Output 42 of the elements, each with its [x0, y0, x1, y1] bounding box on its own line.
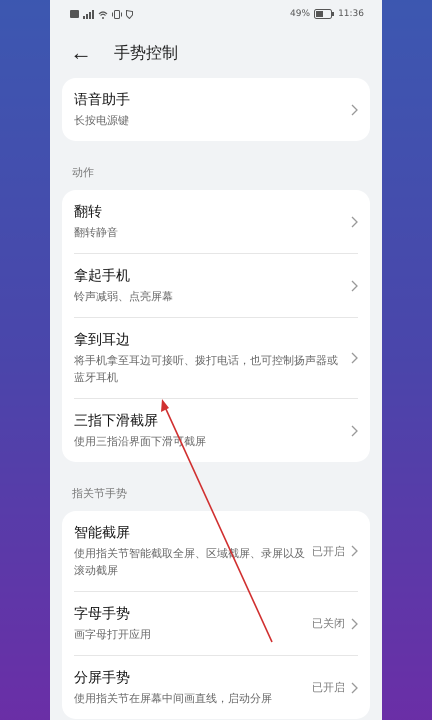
- chevron-icon: [351, 424, 358, 436]
- item-status: 已关闭: [312, 616, 345, 631]
- item-subtitle: 铃声减弱、点亮屏幕: [74, 289, 174, 305]
- item-title: 拿起手机: [74, 267, 131, 286]
- back-button[interactable]: ←: [70, 42, 92, 64]
- settings-row[interactable]: 拿到耳边 将手机拿至耳边可接听、拨打电话，也可控制扬声器或蓝牙耳机: [74, 317, 358, 398]
- item-status: 已开启: [312, 544, 345, 558]
- battery-icon: [314, 9, 334, 19]
- section-label: 指关节手势: [71, 486, 128, 502]
- settings-row[interactable]: 翻转 翻转静音: [74, 190, 358, 253]
- item-subtitle: 画字母打开应用: [74, 627, 152, 643]
- settings-row[interactable]: 拿起手机 铃声减弱、点亮屏幕: [74, 253, 358, 317]
- item-subtitle: 使用指关节在屏幕中间画直线，启动分屏: [74, 691, 273, 707]
- page-title: 手势控制: [114, 42, 178, 64]
- item-title: 字母手势: [74, 605, 131, 624]
- item-status: 已开启: [312, 680, 345, 695]
- shield-icon: [126, 10, 133, 18]
- section-label: 动作: [71, 165, 95, 181]
- chevron-icon: [351, 216, 358, 228]
- settings-row[interactable]: 分屏手势 使用指关节在屏幕中间画直线，启动分屏 已开启: [74, 655, 358, 719]
- item-subtitle: 翻转静音: [74, 225, 119, 241]
- item-title: 语音助手: [74, 91, 131, 110]
- vibrate-icon: [112, 10, 122, 18]
- chevron-icon: [351, 545, 358, 557]
- settings-row[interactable]: 语音助手 长按电源键: [74, 78, 358, 141]
- battery-percent: 49%: [290, 9, 310, 19]
- item-subtitle: 长按电源键: [74, 113, 130, 129]
- chevron-icon: [351, 352, 358, 364]
- settings-row[interactable]: 字母手势 画字母打开应用 已关闭: [74, 591, 358, 655]
- item-title: 三指下滑截屏: [74, 412, 159, 431]
- item-title: 分屏手势: [74, 669, 131, 688]
- chevron-icon: [351, 280, 358, 292]
- item-title: 翻转: [74, 203, 103, 222]
- wifi-icon: [98, 10, 108, 18]
- item-title: 智能截屏: [74, 524, 131, 543]
- chevron-icon: [351, 104, 358, 116]
- signal-icon: [83, 10, 94, 18]
- item-title: 拿到耳边: [74, 331, 131, 350]
- chevron-icon: [351, 682, 358, 694]
- chevron-icon: [351, 618, 358, 630]
- item-subtitle: 将手机拿至耳边可接听、拨打电话，也可控制扬声器或蓝牙耳机: [74, 353, 339, 386]
- clock: 11:36: [338, 9, 364, 19]
